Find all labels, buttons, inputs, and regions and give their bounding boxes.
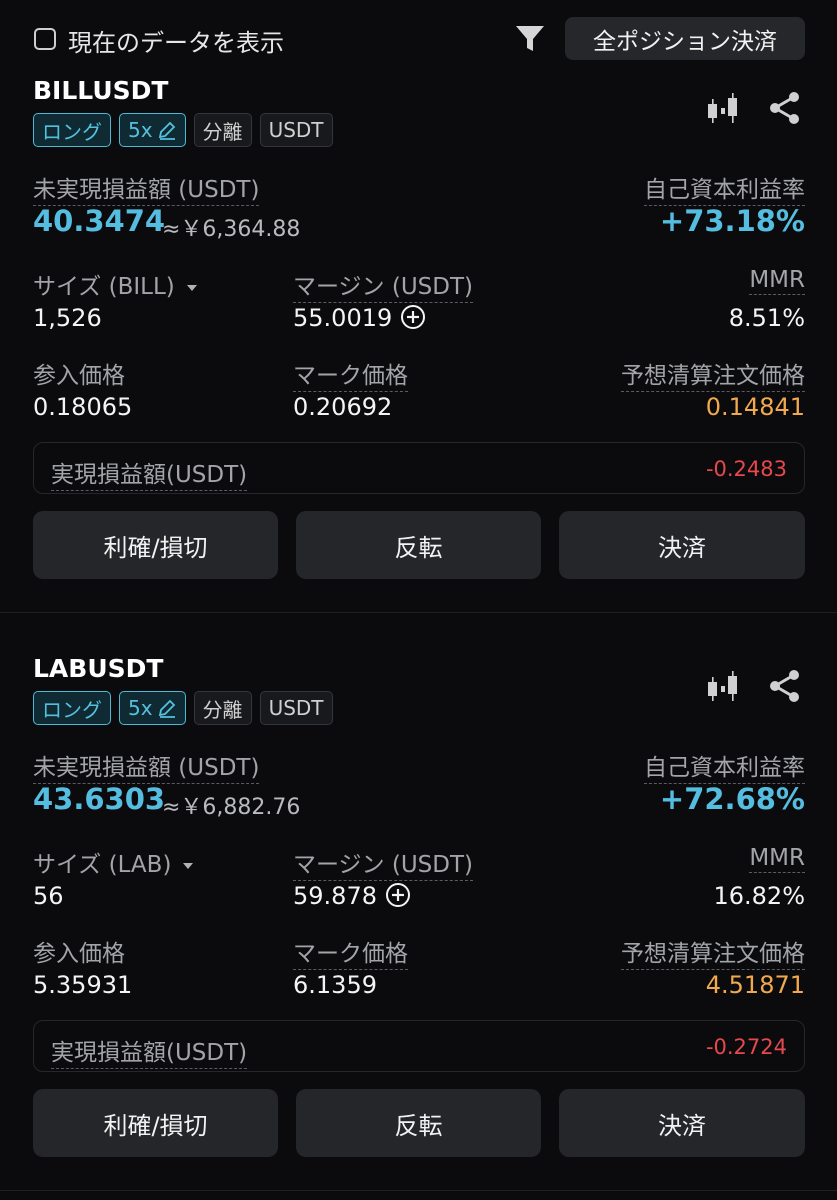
close-position-button[interactable]: 決済 bbox=[559, 1089, 805, 1157]
position-tags: ロング 5x 分離 USDT bbox=[33, 113, 333, 147]
leverage-tag[interactable]: 5x bbox=[119, 113, 186, 147]
leverage-value: 5x bbox=[128, 118, 153, 142]
roe-label: 自己資本利益率 bbox=[644, 170, 805, 206]
margin-value: 55.0019 bbox=[293, 304, 426, 332]
mark-price-value: 6.1359 bbox=[293, 971, 377, 999]
close-all-positions-button[interactable]: 全ポジション決済 bbox=[565, 17, 805, 60]
entry-price-label: 参入価格 bbox=[33, 363, 125, 389]
filter-icon[interactable] bbox=[514, 24, 546, 54]
leverage-tag[interactable]: 5x bbox=[119, 691, 186, 725]
mmr-value: 16.82% bbox=[713, 882, 805, 910]
liq-price-value: 4.51871 bbox=[705, 971, 805, 999]
edit-icon bbox=[158, 699, 175, 718]
tpsl-button[interactable]: 利確/損切 bbox=[33, 511, 278, 579]
share-icon[interactable] bbox=[766, 668, 802, 704]
mmr-label: MMR bbox=[749, 845, 805, 873]
unrealized-pnl-jpy: ≈￥6,882.76 bbox=[162, 795, 301, 820]
caret-down-icon bbox=[186, 284, 197, 291]
share-icon[interactable] bbox=[766, 90, 802, 126]
size-value: 1,526 bbox=[33, 304, 102, 332]
show-current-data-label[interactable]: 現在のデータを表示 bbox=[68, 23, 284, 58]
candlestick-chart-icon[interactable] bbox=[704, 90, 742, 128]
mark-price-label: マーク価格 bbox=[293, 934, 408, 970]
unrealized-pnl-value: 43.6303 bbox=[33, 782, 166, 816]
side-tag: ロング bbox=[33, 691, 111, 725]
side-tag: ロング bbox=[33, 113, 111, 147]
roe-label: 自己資本利益率 bbox=[644, 748, 805, 784]
add-margin-icon[interactable] bbox=[400, 304, 426, 330]
roe-value: +72.68% bbox=[659, 782, 805, 816]
show-current-data-checkbox[interactable] bbox=[34, 28, 56, 50]
position-symbol[interactable]: BILLUSDT bbox=[33, 76, 168, 105]
liq-price-label: 予想清算注文価格 bbox=[621, 934, 805, 970]
tpsl-button[interactable]: 利確/損切 bbox=[33, 1089, 278, 1157]
leverage-value: 5x bbox=[128, 696, 153, 720]
position-card: BILLUSDT ロング 5x 分離 USDT 未実現損益額 (USDT) 自己… bbox=[0, 68, 837, 646]
liq-price-value: 0.14841 bbox=[705, 393, 805, 421]
settle-currency-tag: USDT bbox=[259, 113, 333, 147]
entry-price-label: 参入価格 bbox=[33, 941, 125, 967]
unrealized-pnl-jpy: ≈￥6,364.88 bbox=[162, 217, 301, 242]
edit-icon bbox=[158, 121, 175, 140]
margin-label: マージン (USDT) bbox=[293, 845, 473, 881]
realized-pnl-row: 実現損益額(USDT) -0.2483 bbox=[33, 442, 805, 494]
caret-down-icon bbox=[183, 862, 194, 869]
settle-currency-tag: USDT bbox=[259, 691, 333, 725]
realized-pnl-value: -0.2724 bbox=[705, 1035, 787, 1059]
reverse-button[interactable]: 反転 bbox=[296, 1089, 541, 1157]
margin-value: 59.878 bbox=[293, 882, 411, 910]
mmr-label: MMR bbox=[749, 267, 805, 295]
mmr-value: 8.51% bbox=[728, 304, 805, 332]
realized-pnl-value: -0.2483 bbox=[705, 457, 787, 481]
top-bar: 現在のデータを表示 全ポジション決済 bbox=[0, 0, 837, 78]
entry-price-value: 5.35931 bbox=[33, 971, 133, 999]
position-card: LABUSDT ロング 5x 分離 USDT 未実現損益額 (USDT) 自己資… bbox=[0, 646, 837, 1200]
roe-value: +73.18% bbox=[659, 204, 805, 238]
realized-pnl-row: 実現損益額(USDT) -0.2724 bbox=[33, 1020, 805, 1072]
margin-mode-tag: 分離 bbox=[193, 691, 252, 725]
mark-price-value: 0.20692 bbox=[293, 393, 393, 421]
reverse-button[interactable]: 反転 bbox=[296, 511, 541, 579]
unrealized-pnl-label: 未実現損益額 (USDT) bbox=[33, 170, 260, 206]
realized-pnl-label: 実現損益額(USDT) bbox=[51, 1033, 248, 1069]
candlestick-chart-icon[interactable] bbox=[704, 668, 742, 706]
mark-price-label: マーク価格 bbox=[293, 356, 408, 392]
liq-price-label: 予想清算注文価格 bbox=[621, 356, 805, 392]
add-margin-icon[interactable] bbox=[385, 882, 411, 908]
margin-label: マージン (USDT) bbox=[293, 267, 473, 303]
close-position-button[interactable]: 決済 bbox=[559, 511, 805, 579]
size-label[interactable]: サイズ (BILL) bbox=[33, 267, 197, 301]
position-tags: ロング 5x 分離 USDT bbox=[33, 691, 333, 725]
unrealized-pnl-label: 未実現損益額 (USDT) bbox=[33, 748, 260, 784]
card-divider bbox=[0, 1190, 837, 1191]
size-label[interactable]: サイズ (LAB) bbox=[33, 845, 194, 879]
position-symbol[interactable]: LABUSDT bbox=[33, 654, 163, 683]
size-value: 56 bbox=[33, 882, 64, 910]
unrealized-pnl-value: 40.3474 bbox=[33, 204, 166, 238]
entry-price-value: 0.18065 bbox=[33, 393, 133, 421]
card-divider bbox=[0, 612, 837, 613]
margin-mode-tag: 分離 bbox=[193, 113, 252, 147]
realized-pnl-label: 実現損益額(USDT) bbox=[51, 455, 248, 491]
